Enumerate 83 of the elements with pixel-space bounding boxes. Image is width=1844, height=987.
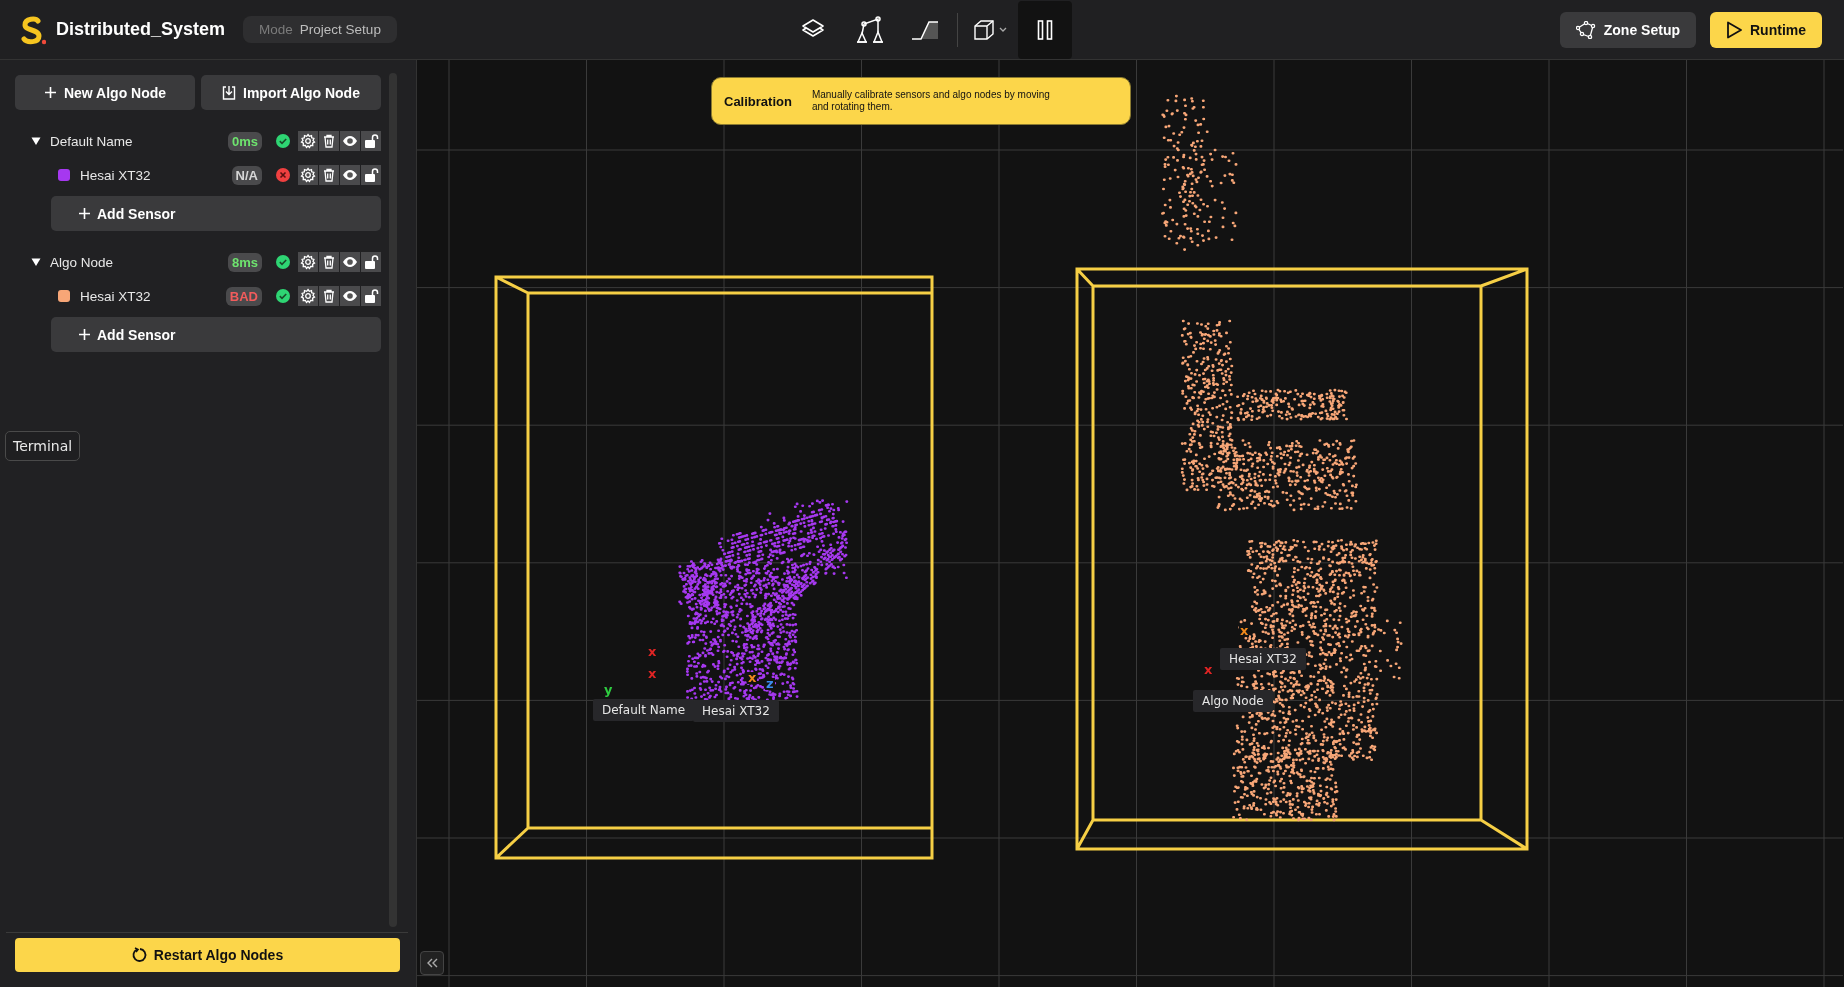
- pause-icon: [1037, 20, 1053, 40]
- visibility-button[interactable]: [340, 252, 360, 272]
- settings-button[interactable]: [298, 165, 318, 185]
- mode-label: Mode: [259, 22, 293, 37]
- visibility-button[interactable]: [340, 165, 360, 185]
- robot-arm-icon: [854, 16, 884, 44]
- import-icon: [222, 85, 237, 100]
- zone-setup-button[interactable]: Zone Setup: [1559, 11, 1696, 48]
- eye-icon: [342, 167, 358, 183]
- lock-button[interactable]: [361, 131, 381, 151]
- expand-caret[interactable]: [31, 136, 41, 146]
- latency-value: N/A: [235, 167, 258, 183]
- delete-button[interactable]: [319, 252, 339, 272]
- terminal-tooltip: Terminal: [5, 431, 81, 461]
- lock-button[interactable]: [361, 252, 381, 272]
- refresh-icon: [131, 947, 148, 963]
- banner-title: Calibration: [724, 93, 792, 109]
- polygon-icon: [1575, 20, 1596, 39]
- plus-icon: [78, 328, 91, 341]
- trash-icon: [321, 254, 337, 270]
- settings-icon: [300, 254, 316, 270]
- trash-icon: [321, 288, 337, 304]
- axis-label: x: [1239, 625, 1250, 637]
- delete-button[interactable]: [319, 165, 339, 185]
- play-icon: [1726, 20, 1742, 39]
- caret-icon: [999, 27, 1007, 33]
- settings-icon: [300, 288, 316, 304]
- double-chevron-left-icon: [426, 958, 438, 968]
- project-title: Distributed_System: [56, 19, 226, 40]
- ramp-icon: [911, 20, 939, 40]
- axis-label: z: [765, 678, 775, 690]
- restart-button[interactable]: Restart Algo Nodes: [15, 938, 400, 972]
- plus-icon: [78, 207, 91, 220]
- eye-icon: [342, 288, 358, 304]
- sensor-name: Hesai XT32: [80, 167, 152, 183]
- toolbar-button[interactable]: [1018, 1, 1072, 59]
- settings-icon: [300, 167, 316, 183]
- object-label: Default Name: [593, 699, 695, 721]
- settings-button[interactable]: [298, 252, 318, 272]
- unlocked-padlock-icon: [363, 167, 379, 183]
- plus-icon: [43, 86, 57, 99]
- sensor-name: Hesai XT32: [80, 288, 152, 304]
- lock-button[interactable]: [361, 286, 381, 306]
- latency-value: 0ms: [231, 133, 258, 149]
- settings-button[interactable]: [298, 286, 318, 306]
- runtime-button[interactable]: Runtime: [1710, 11, 1822, 48]
- caret-down-icon: [31, 257, 41, 267]
- latency-value: BAD: [229, 288, 258, 304]
- latency-value: 8ms: [231, 254, 258, 270]
- object-label: Hesai XT32: [693, 700, 779, 722]
- eye-icon: [342, 133, 358, 149]
- visibility-button[interactable]: [340, 286, 360, 306]
- axis-label: y: [603, 684, 614, 696]
- unlocked-padlock-icon: [363, 254, 379, 270]
- axis-label: x: [647, 668, 658, 680]
- new-node-button[interactable]: New Algo Node: [15, 75, 195, 110]
- eye-icon: [342, 254, 358, 270]
- node-name: Algo Node: [50, 254, 115, 270]
- object-label: Hesai XT32: [1220, 648, 1306, 670]
- visibility-button[interactable]: [340, 131, 360, 151]
- delete-button[interactable]: [319, 131, 339, 151]
- axis-label: x: [647, 646, 658, 658]
- settings-button[interactable]: [298, 131, 318, 151]
- unlocked-padlock-icon: [363, 133, 379, 149]
- axis-label: x: [1203, 664, 1214, 676]
- banner-text: Manually calibrate sensors and algo nodes by moving and rotating them.: [811, 89, 1051, 113]
- trash-icon: [321, 133, 337, 149]
- node-name: Default Name: [50, 133, 134, 149]
- axis-label: x: [747, 672, 758, 684]
- import-node-button[interactable]: Import Algo Node: [201, 75, 381, 110]
- settings-icon: [300, 133, 316, 149]
- add-sensor-button[interactable]: Add Sensor: [51, 317, 381, 352]
- lock-button[interactable]: [361, 165, 381, 185]
- unlocked-padlock-icon: [363, 288, 379, 304]
- expand-caret[interactable]: [31, 257, 41, 267]
- mode-value: Project Setup: [299, 22, 381, 37]
- trash-icon: [321, 167, 337, 183]
- caret-down-icon: [31, 136, 41, 146]
- add-sensor-button[interactable]: Add Sensor: [51, 196, 381, 231]
- object-label: Algo Node: [1193, 690, 1273, 712]
- collapse-button[interactable]: [420, 951, 444, 975]
- cube-icon: [973, 19, 995, 41]
- delete-button[interactable]: [319, 286, 339, 306]
